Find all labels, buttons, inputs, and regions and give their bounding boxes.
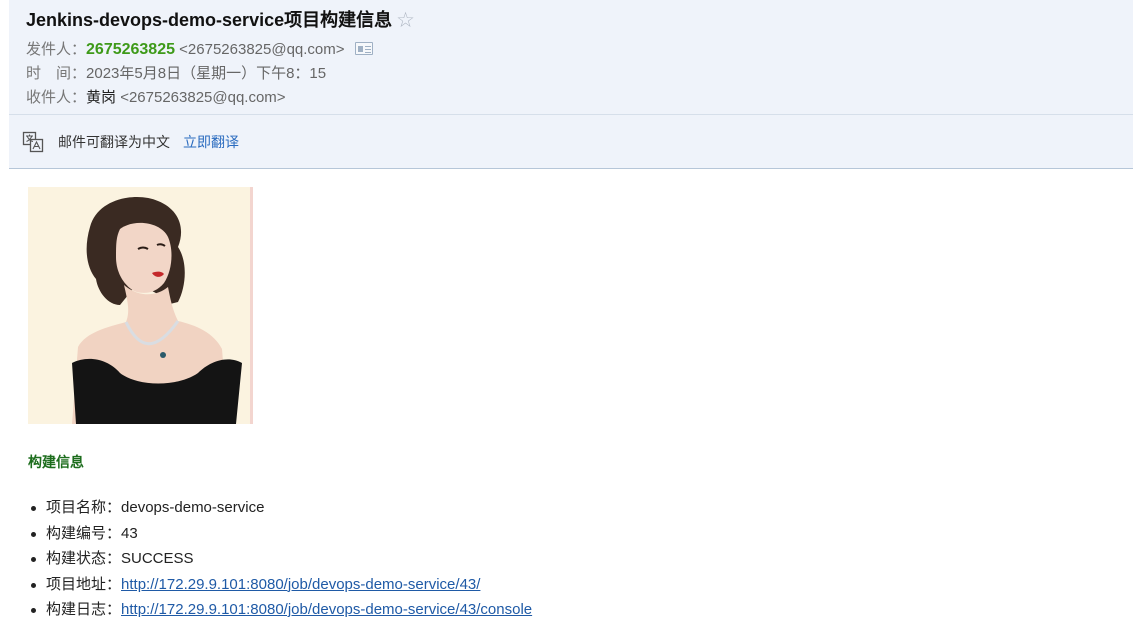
email-header: Jenkins-devops-demo-service项目构建信息 ☆ 发件人：2… — [9, 0, 1133, 169]
item-label: 构建状态： — [46, 550, 122, 567]
build-status-value: SUCCESS — [121, 550, 194, 567]
project-name-value: devops-demo-service — [121, 499, 265, 516]
section-title-build-info: 构建信息 — [28, 454, 84, 470]
time-row: 时 间：2023年5月8日（星期一）下午8：15 — [26, 64, 326, 84]
portrait-image — [28, 187, 253, 424]
project-url-link[interactable]: http://172.29.9.101:8080/job/devops-demo… — [121, 576, 480, 593]
recipient-label: 收件人： — [26, 89, 87, 106]
subject-text: Jenkins-devops-demo-service项目构建信息 — [26, 10, 393, 30]
build-info-list: 项目名称：devops-demo-service 构建编号：43 构建状态：SU… — [28, 495, 532, 623]
list-item-project-name: 项目名称：devops-demo-service — [28, 495, 532, 521]
sender-row: 发件人：2675263825 <2675263825@qq.com> — [26, 40, 373, 60]
star-icon[interactable]: ☆ — [396, 9, 415, 33]
item-label: 项目名称： — [46, 499, 122, 516]
contact-card-icon[interactable] — [354, 42, 373, 55]
time-label: 时 间： — [26, 65, 87, 82]
recipient-row: 收件人：黄岗 <2675263825@qq.com> — [26, 88, 286, 108]
list-item-build-status: 构建状态：SUCCESS — [28, 546, 532, 572]
sender-name[interactable]: 2675263825 — [86, 41, 175, 58]
header-divider — [9, 114, 1133, 115]
list-item-build-log: 构建日志：http://172.29.9.101:8080/job/devops… — [28, 597, 532, 623]
translate-icon — [22, 131, 44, 153]
time-value: 2023年5月8日（星期一）下午8：15 — [86, 65, 327, 82]
recipient-name[interactable]: 黄岗 — [86, 89, 116, 106]
item-label: 项目地址： — [46, 575, 122, 593]
list-item-project-url: 项目地址：http://172.29.9.101:8080/job/devops… — [28, 572, 532, 598]
build-log-link[interactable]: http://172.29.9.101:8080/job/devops-demo… — [121, 601, 532, 618]
recipient-address: <2675263825@qq.com> — [120, 89, 286, 106]
item-label: 构建编号： — [46, 524, 122, 542]
sender-label: 发件人： — [26, 41, 87, 58]
list-item-build-number: 构建编号：43 — [28, 521, 532, 547]
item-label: 构建日志： — [46, 601, 122, 618]
translate-message: 邮件可翻译为中文 — [58, 134, 170, 150]
build-number-value: 43 — [121, 524, 138, 542]
email-subject: Jenkins-devops-demo-service项目构建信息 ☆ — [26, 8, 415, 33]
translate-bar: 邮件可翻译为中文 立即翻译 — [22, 129, 239, 155]
translate-now-link[interactable]: 立即翻译 — [183, 132, 239, 152]
sender-address: <2675263825@qq.com> — [179, 41, 345, 58]
